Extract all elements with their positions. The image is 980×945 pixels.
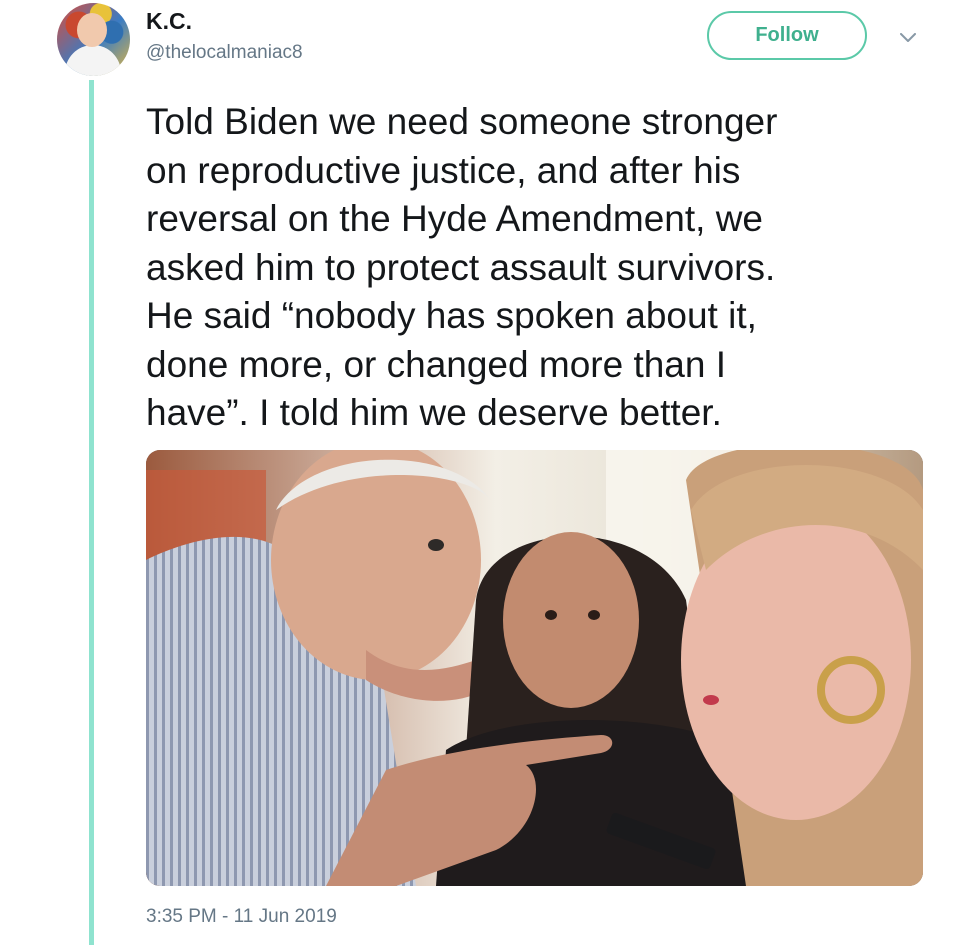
chevron-down-icon[interactable]	[896, 26, 920, 50]
tweet-text: Told Biden we need someone stronger on r…	[146, 101, 778, 433]
avatar-shirt	[65, 45, 121, 76]
follow-button[interactable]: Follow	[707, 11, 867, 60]
avatar-face	[77, 13, 107, 47]
author-handle[interactable]: @thelocalmaniac8	[146, 42, 303, 64]
author-display-name[interactable]: K.C.	[146, 8, 192, 35]
author-avatar[interactable]	[57, 3, 130, 76]
thread-line	[89, 80, 94, 945]
tweet-timestamp[interactable]: 3:35 PM - 11 Jun 2019	[146, 906, 337, 928]
tweet-photo[interactable]	[146, 450, 923, 886]
